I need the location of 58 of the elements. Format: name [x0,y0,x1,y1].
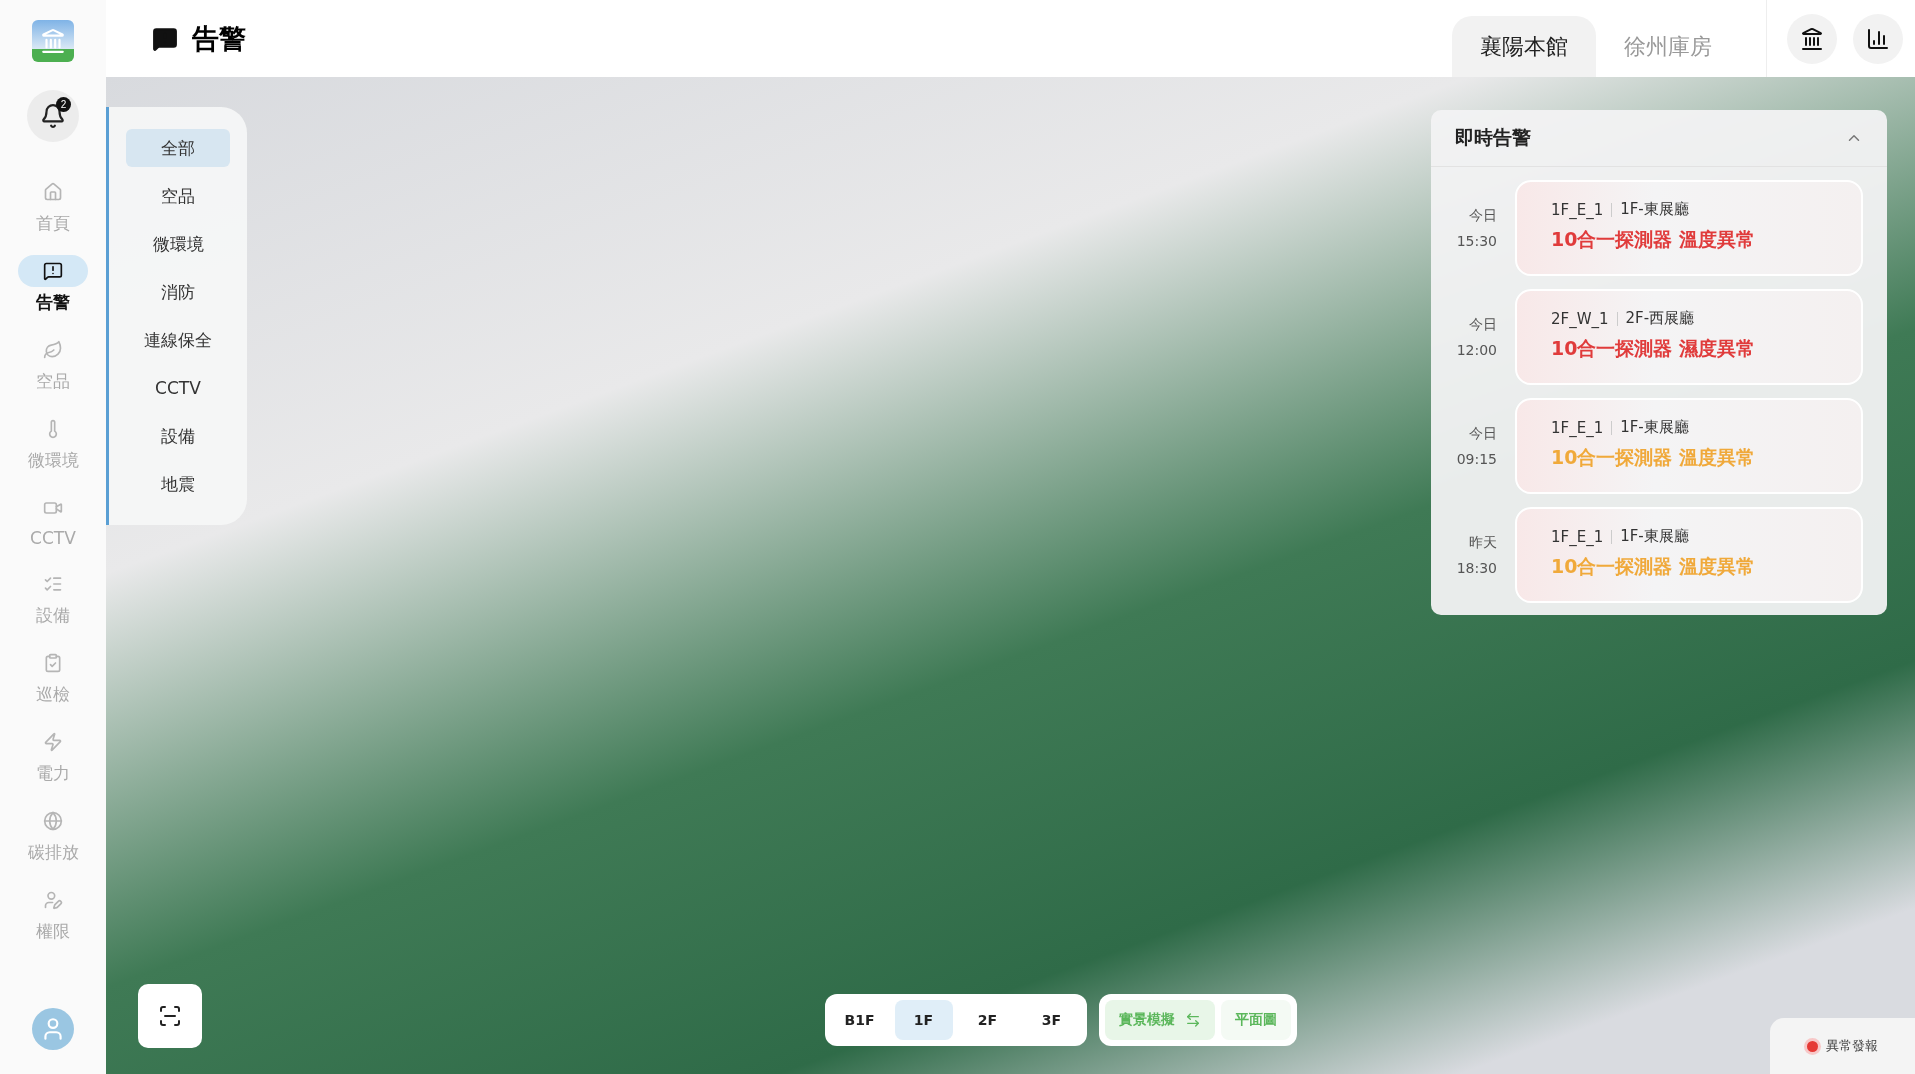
home-icon [43,182,63,202]
alert-message: 10合一探測器 溫度異常 [1551,445,1757,470]
notification-button[interactable]: 2 [27,90,79,142]
filter-item[interactable]: CCTV [126,369,230,407]
alert-message: 10合一探測器 溫度異常 [1551,227,1757,252]
alert-message: 10合一探測器 濕度異常 [1551,336,1757,361]
filter-item[interactable]: 連線保全 [126,321,230,359]
list-icon [43,574,63,594]
alert-time: 09:15 [1456,451,1497,467]
alert-card[interactable]: 1F_E_1 1F-東展廳 10合一探測器 溫度異常 [1515,398,1863,494]
alert-code: 2F_W_1 [1551,309,1609,328]
alert-day: 今日 [1469,425,1497,443]
chart-button[interactable] [1853,13,1903,64]
museum-button[interactable] [1787,13,1837,64]
alert-location: 2F-西展廳 [1625,309,1695,328]
alert-code: 1F_E_1 [1551,418,1604,437]
alert-card[interactable]: 2F_W_1 2F-西展廳 10合一探測器 濕度異常 [1515,289,1863,385]
status-dot [1807,1040,1818,1052]
floor-button[interactable]: 2F [958,1000,1017,1040]
swap-arrows-icon [1184,1012,1201,1028]
scan-frame-icon [158,1004,182,1028]
floor-button[interactable]: 3F [1022,1000,1081,1040]
alert-location: 1F-東展廳 [1620,418,1689,437]
leaf-icon [43,340,63,360]
museum-icon [40,28,66,54]
alert-location: 1F-東展廳 [1620,200,1689,219]
globe-icon [43,811,63,831]
bar-chart-icon [1866,26,1890,51]
alert-card[interactable]: 1F_E_1 1F-東展廳 10合一探測器 溫度異常 [1515,507,1863,603]
floor-button[interactable]: B1F [830,1000,889,1040]
filter-item[interactable]: 消防 [126,273,230,311]
alert-day: 昨天 [1469,534,1497,552]
site-tab[interactable]: 襄陽本館 [1452,16,1596,77]
user-edit-icon [43,890,63,910]
filter-item[interactable]: 空品 [126,177,230,215]
alert-code: 1F_E_1 [1551,527,1604,546]
museum-icon [1800,26,1824,51]
alert-day: 今日 [1469,316,1497,334]
screenshot-button[interactable] [138,984,202,1048]
filter-item[interactable]: 地震 [126,465,230,503]
alert-day: 今日 [1469,207,1497,225]
filter-item[interactable]: 微環境 [126,225,230,263]
alert-time: 15:30 [1456,233,1497,249]
alert-message: 10合一探測器 溫度異常 [1551,554,1757,579]
page-title: 告警 [192,21,246,56]
panel-title: 即時告警 [1455,125,1531,150]
lightning-icon [43,732,63,752]
filter-item[interactable]: 全部 [126,129,230,167]
alert-time: 12:00 [1456,342,1497,358]
notification-count: 2 [56,97,71,112]
legend-label: 異常發報 [1826,1037,1878,1055]
floor-button[interactable]: 1F [894,1000,953,1040]
alert-code: 1F_E_1 [1551,200,1604,219]
clipboard-check-icon [43,653,63,673]
alert-location: 1F-東展廳 [1620,527,1689,546]
filter-item[interactable]: 設備 [126,417,230,455]
alert-card[interactable]: 1F_E_1 1F-東展廳 10合一探測器 溫度異常 [1515,180,1863,276]
alert-time: 18:30 [1456,560,1497,576]
